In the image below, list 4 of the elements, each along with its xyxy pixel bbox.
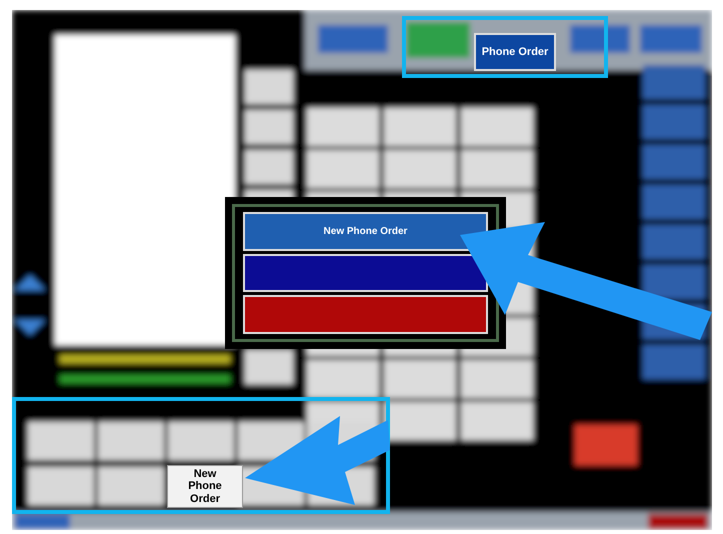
new-phone-order-option[interactable]: New Phone Order	[243, 212, 488, 251]
phone-order-button[interactable]: Phone Order	[474, 33, 556, 71]
new-phone-order-button[interactable]: New Phone Order	[167, 465, 243, 508]
popup-option[interactable]	[243, 254, 488, 292]
